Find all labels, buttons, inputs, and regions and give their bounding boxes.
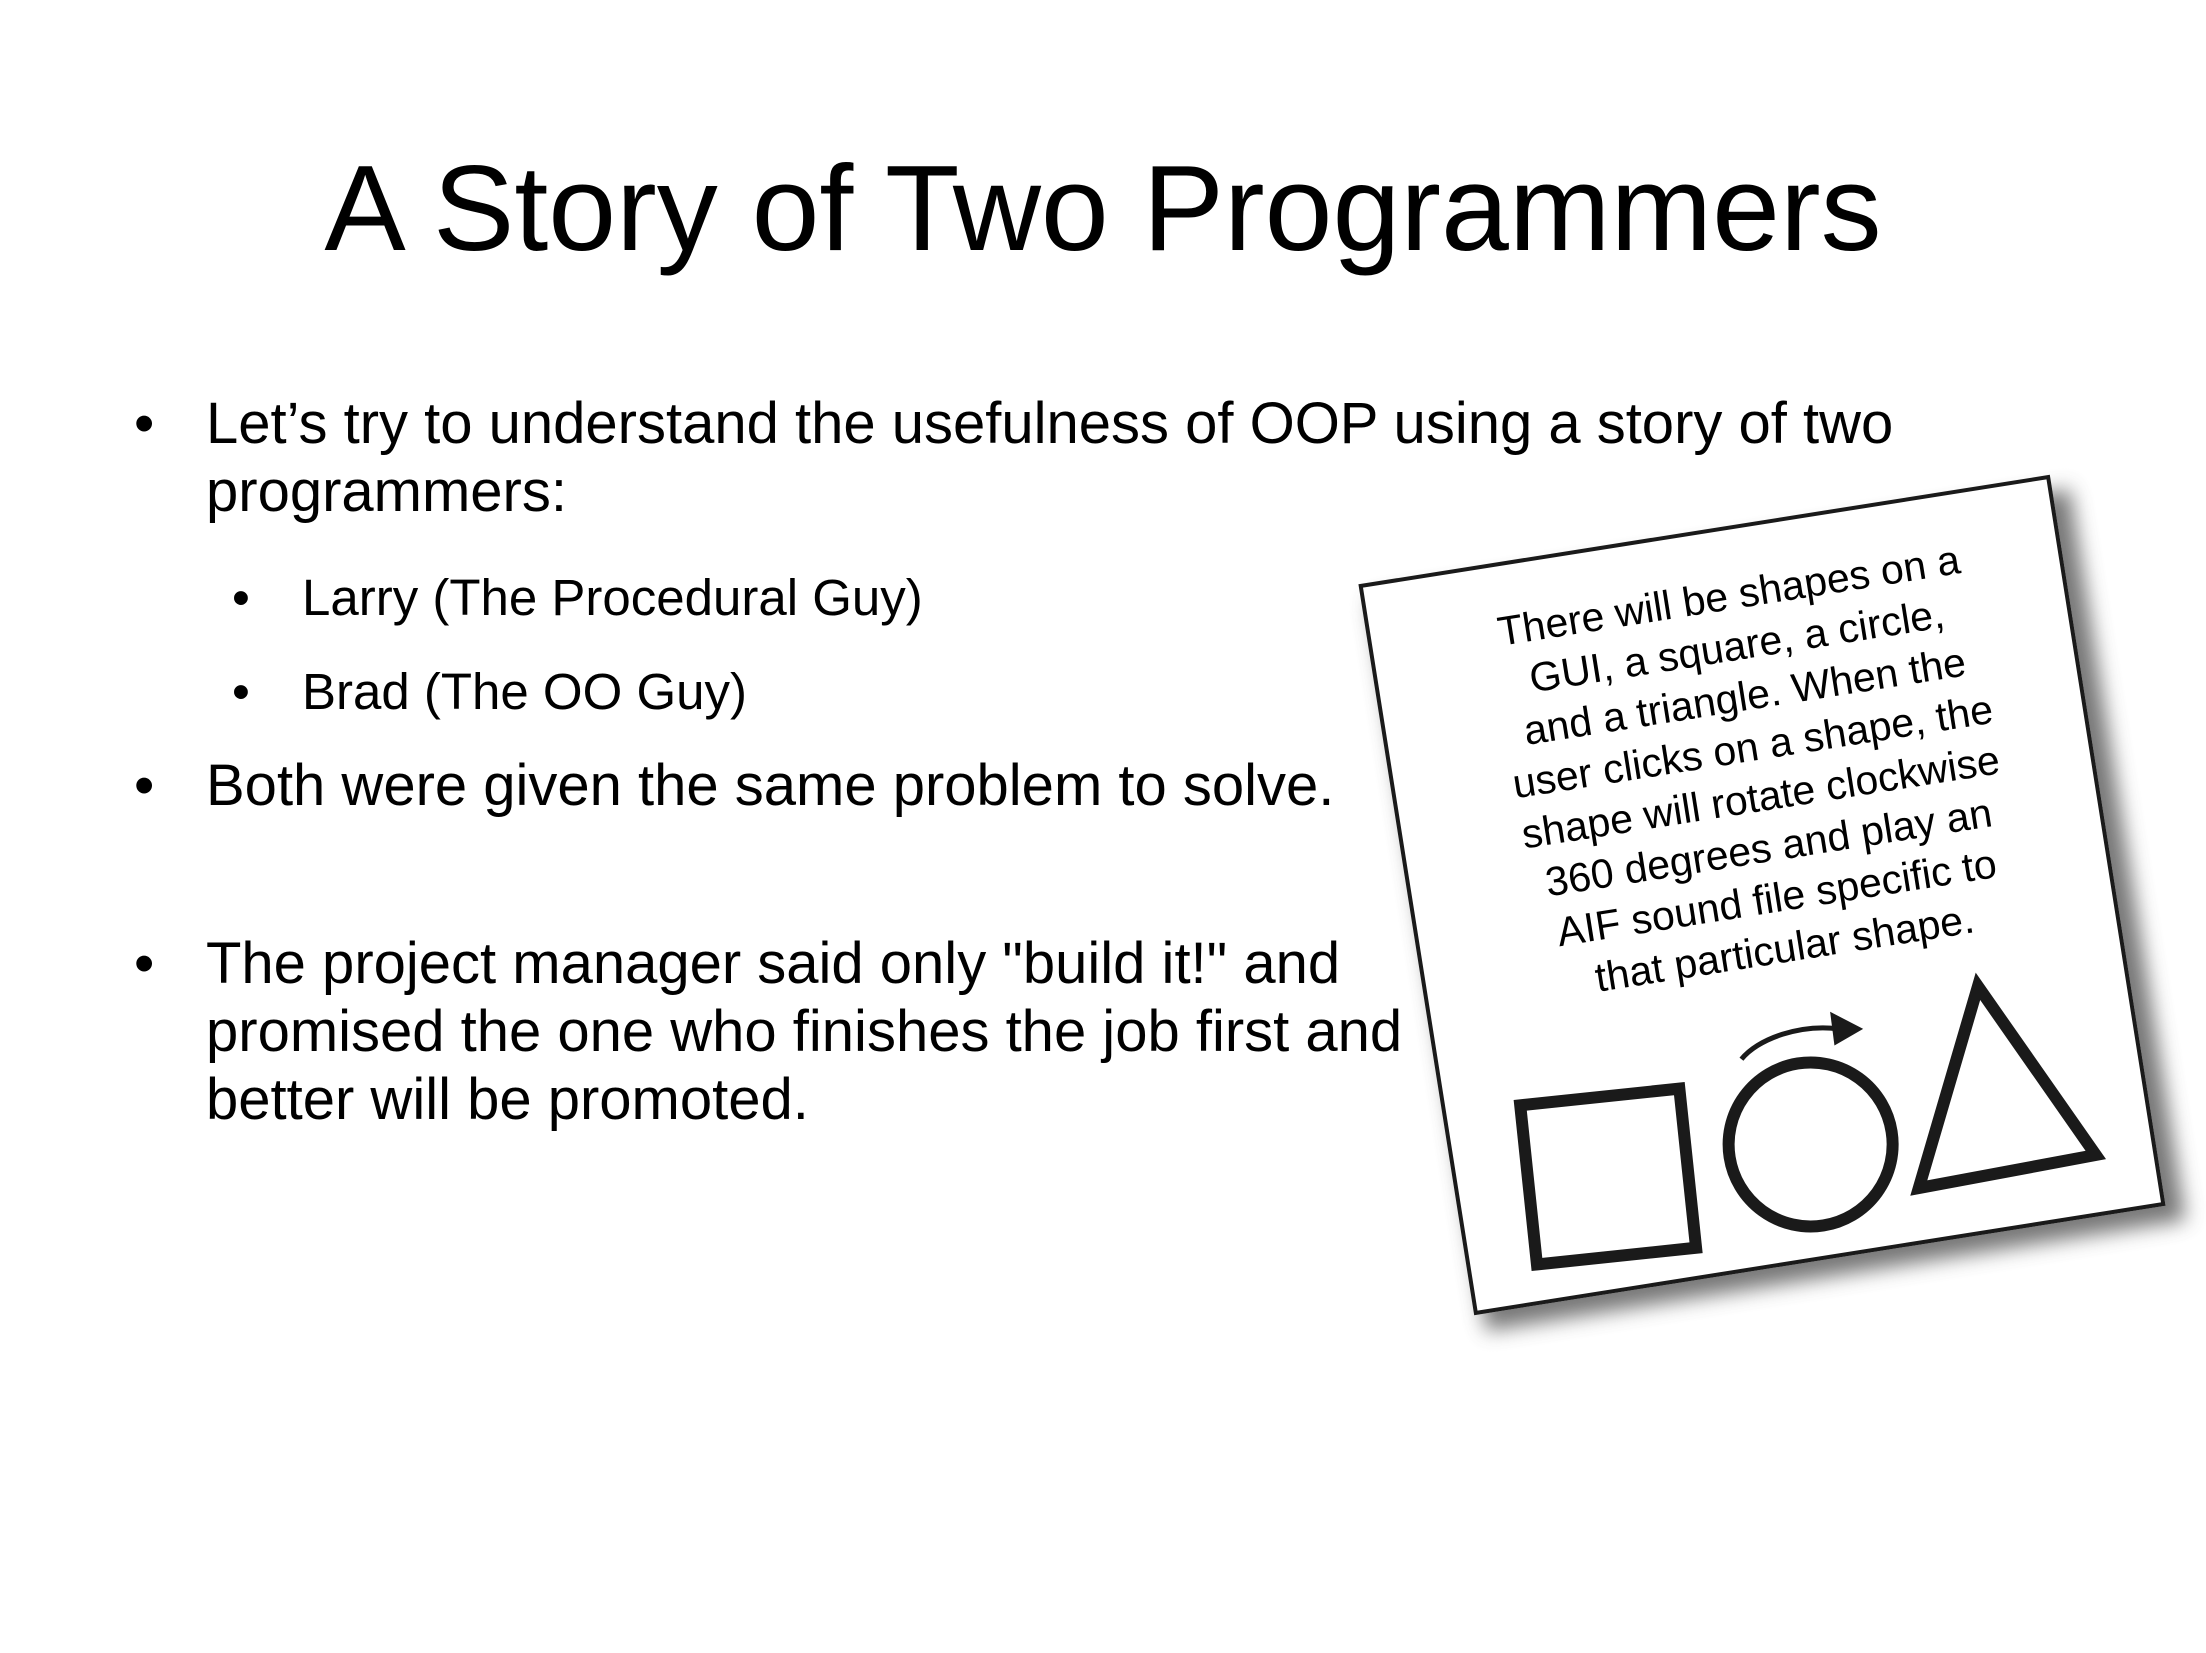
sub-bullet-text: Larry (The Procedural Guy) (302, 569, 923, 626)
triangle-icon (1910, 972, 2107, 1196)
square-icon (1513, 1082, 1703, 1272)
spec-card-text: There will be shapes on a GUI, a square,… (1494, 536, 2003, 1001)
sub-bullet-marker: • (232, 569, 250, 626)
circle-with-rotate-arrow-icon (1722, 1011, 1899, 1233)
slide-title: A Story of Two Programmers (324, 140, 1882, 276)
sub-bullet-text: Brad (The OO Guy) (302, 663, 747, 720)
bullet-marker: • (134, 753, 155, 818)
bullet-text: Both were given the same problem to solv… (206, 753, 1335, 818)
sub-bullet-marker: • (232, 663, 250, 720)
bullet-text: The project manager said only "build it!… (206, 931, 1403, 1132)
spec-card: There will be shapes on a GUI, a square,… (1358, 474, 2166, 1316)
bullet-marker: • (134, 391, 155, 456)
slide: A Story of Two Programmers • Let’s try t… (0, 0, 2206, 1653)
bullet-marker: • (134, 931, 155, 996)
